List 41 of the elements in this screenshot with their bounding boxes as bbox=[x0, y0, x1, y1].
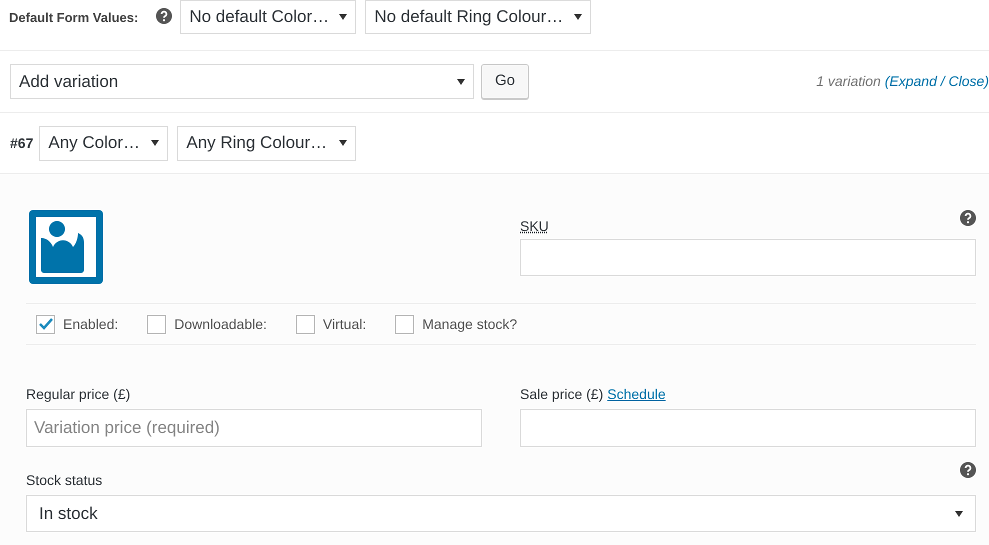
checkbox-label: Downloadable: bbox=[174, 314, 267, 334]
parenthesis: ( bbox=[884, 72, 890, 91]
checkbox[interactable] bbox=[36, 314, 55, 334]
go-button[interactable]: Go bbox=[481, 64, 529, 99]
expand-link[interactable]: Expand bbox=[889, 71, 937, 92]
sale-price-field[interactable] bbox=[520, 409, 976, 447]
variation-number: #67 bbox=[10, 134, 34, 153]
caret-icon bbox=[574, 14, 582, 20]
checkbox[interactable] bbox=[147, 314, 166, 334]
form-label: Default Form Values: bbox=[9, 9, 138, 27]
checkbox-label: Virtual: bbox=[322, 314, 366, 334]
sale-price-label: Sale price (£) bbox=[520, 385, 604, 404]
regular-price-label: Regular price (£) bbox=[26, 385, 132, 404]
image-placeholder-icon[interactable] bbox=[29, 210, 103, 284]
help-icon[interactable] bbox=[960, 462, 976, 478]
close-link[interactable]: Close) bbox=[948, 71, 989, 92]
dropdown[interactable]: Add variation bbox=[10, 64, 474, 99]
dropdown[interactable]: Any Color… bbox=[39, 126, 168, 160]
caret-icon bbox=[457, 78, 465, 84]
dropdown[interactable]: No default Ring Colour… bbox=[365, 0, 592, 34]
caret-icon bbox=[339, 140, 348, 146]
dropdown[interactable]: Any Ring Colour… bbox=[177, 126, 356, 160]
checkbox-label: Manage stock? bbox=[422, 314, 518, 334]
caret-icon bbox=[151, 140, 160, 146]
caret-icon bbox=[339, 14, 348, 20]
checkbox-label: Enabled: bbox=[63, 314, 118, 334]
dropdown[interactable]: No default Color… bbox=[180, 0, 356, 34]
variation-count: 1 variation bbox=[816, 72, 882, 91]
dropdown[interactable]: In stock bbox=[26, 495, 976, 532]
stock-status-label: Stock status bbox=[26, 471, 102, 490]
separator: / bbox=[939, 72, 947, 91]
checkbox[interactable] bbox=[395, 314, 414, 334]
checkmark-icon bbox=[38, 318, 52, 330]
help-icon[interactable] bbox=[960, 210, 976, 226]
schedule-link[interactable]: Schedule bbox=[607, 384, 666, 405]
sku-label: SKU bbox=[520, 217, 549, 236]
caret-icon bbox=[955, 510, 963, 516]
regular-price-field[interactable]: Variation price (required) bbox=[26, 409, 482, 447]
help-icon[interactable] bbox=[156, 8, 172, 24]
checkbox[interactable] bbox=[296, 314, 315, 334]
sku-field[interactable] bbox=[520, 239, 976, 276]
